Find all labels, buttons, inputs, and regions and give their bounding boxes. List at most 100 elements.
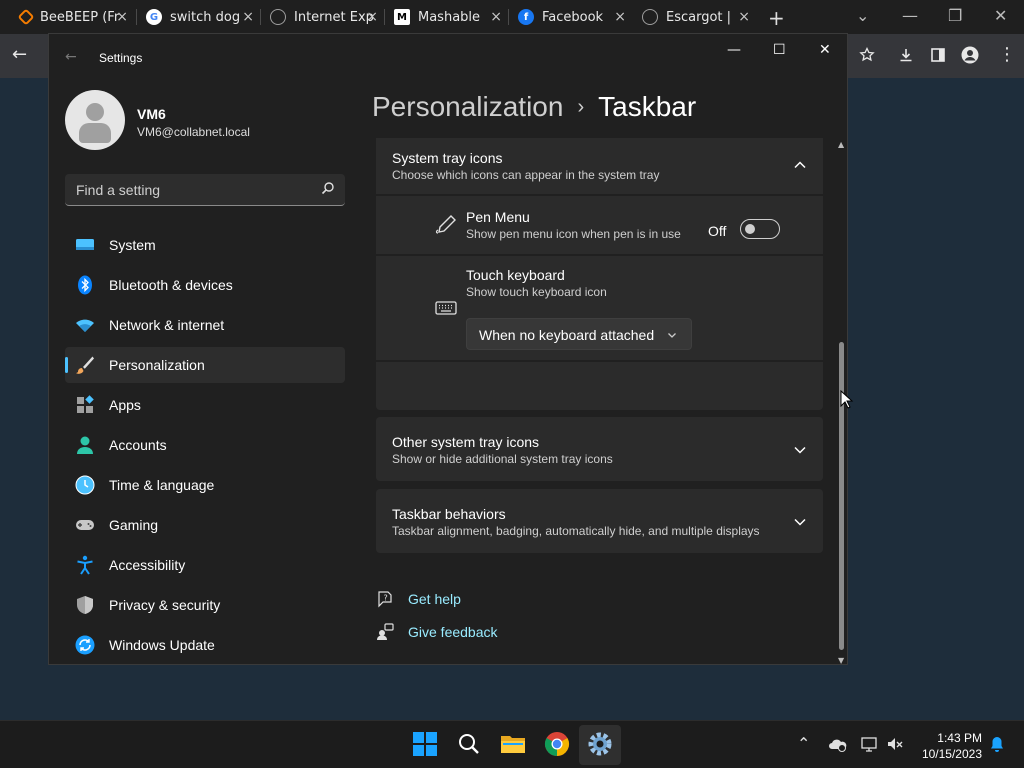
scrollbar-thumb[interactable] [839, 342, 844, 650]
star-icon[interactable] [859, 47, 875, 63]
sidebar-item-accounts[interactable]: Accounts [65, 427, 345, 463]
chevron-down-icon[interactable] [793, 445, 807, 455]
sidebar-item-gaming[interactable]: Gaming [65, 507, 345, 543]
sidebar-item-network[interactable]: Network & internet [65, 307, 345, 343]
windows-taskbar: ⌃ 1:43 PM 10/15/2023 [0, 720, 1024, 768]
browser-restore-button[interactable]: ❐ [948, 6, 962, 25]
tab-title: Mashable [418, 9, 481, 25]
settings-gear-icon[interactable] [587, 731, 613, 757]
wifi-icon [76, 319, 94, 332]
tab-close-icon[interactable]: × [242, 9, 254, 25]
close-button[interactable]: ✕ [819, 42, 831, 58]
get-help-link[interactable]: ? Get help [376, 590, 461, 608]
download-icon[interactable] [898, 47, 914, 63]
sidebar-item-label: Time & language [109, 477, 215, 493]
tab-title: switch dog [170, 9, 241, 25]
new-tab-button[interactable]: + [768, 6, 785, 30]
browser-tab-escargot[interactable]: Escargot | I × [642, 4, 754, 30]
back-arrow-icon[interactable]: ← [65, 49, 77, 65]
beebeep-icon [17, 8, 35, 26]
search-input[interactable] [65, 174, 315, 205]
facebook-icon: f [518, 9, 534, 25]
scroll-up-arrow-icon[interactable]: ▲ [838, 140, 844, 149]
sidebar-item-windows-update[interactable]: Windows Update [65, 627, 345, 663]
system-tray-icons-header[interactable]: System tray icons Choose which icons can… [376, 138, 823, 194]
tab-close-icon[interactable]: × [490, 9, 502, 25]
sidebar-item-label: Privacy & security [109, 597, 221, 613]
chevron-up-icon[interactable]: ⌃ [797, 734, 815, 753]
scroll-down-arrow-icon[interactable]: ▼ [838, 656, 844, 665]
globe-icon [642, 9, 658, 25]
menu-icon[interactable]: ⋮ [998, 44, 1016, 65]
sidebar-item-label: Accessibility [109, 557, 186, 573]
tab-title: BeeBEEP (Fr [40, 9, 120, 25]
sidebar-nav: System Bluetooth & devices Network & int… [65, 227, 345, 667]
tab-title: Escargot | I [666, 9, 736, 25]
network-icon[interactable] [860, 735, 878, 753]
sidebar-item-privacy-security[interactable]: Privacy & security [65, 587, 345, 623]
sidebar-item-apps[interactable]: Apps [65, 387, 345, 423]
search-icon[interactable] [321, 181, 335, 195]
svg-text:?: ? [384, 594, 388, 603]
sidebar-item-label: Windows Update [109, 637, 215, 653]
chevron-down-icon[interactable] [793, 517, 807, 527]
maximize-button[interactable]: ☐ [773, 42, 786, 58]
notification-bell-icon[interactable] [988, 735, 1006, 753]
apps-icon [77, 395, 94, 413]
tab-search-icon[interactable]: ⌄ [856, 6, 869, 25]
settings-window: ← Settings — ☐ ✕ VM6 VM6@collabnet.local… [48, 33, 848, 665]
onedrive-icon[interactable] [829, 735, 847, 753]
toggle-state-label: Off [708, 223, 727, 239]
chrome-icon[interactable] [544, 731, 570, 757]
avatar-head [86, 103, 104, 121]
browser-tab-internet-explorer[interactable]: Internet Exp × [270, 4, 382, 30]
breadcrumb-parent[interactable]: Personalization [372, 91, 563, 122]
bluetooth-icon [78, 275, 92, 295]
pen-menu-toggle[interactable] [740, 219, 780, 239]
side-panel-icon[interactable] [930, 47, 946, 63]
touch-keyboard-subtitle: Show touch keyboard icon [466, 285, 607, 299]
tab-close-icon[interactable]: × [366, 9, 378, 25]
give-feedback-label: Give feedback [408, 624, 498, 640]
back-arrow-icon[interactable]: ← [12, 44, 27, 65]
sidebar-item-accessibility[interactable]: Accessibility [65, 547, 345, 583]
avatar[interactable] [65, 90, 125, 150]
pen-menu-title: Pen Menu [466, 209, 530, 225]
volume-muted-icon[interactable] [886, 735, 904, 753]
chevron-up-icon[interactable] [793, 160, 807, 170]
browser-tab-mashable[interactable]: M Mashable × [394, 4, 506, 30]
sidebar-item-bluetooth[interactable]: Bluetooth & devices [65, 267, 345, 303]
shield-icon [77, 596, 93, 614]
give-feedback-link[interactable]: Give feedback [376, 623, 498, 641]
system-clock[interactable]: 1:43 PM 10/15/2023 [910, 730, 982, 762]
start-button-icon[interactable] [412, 731, 438, 757]
touch-keyboard-dropdown[interactable]: When no keyboard attached [466, 318, 692, 350]
tab-close-icon[interactable]: × [614, 9, 626, 25]
browser-tab-beebeep[interactable]: BeeBEEP (Fr × [17, 4, 132, 30]
pen-menu-subtitle: Show pen menu icon when pen is in use [466, 227, 681, 241]
browser-close-button[interactable]: ✕ [994, 6, 1007, 25]
clock-time: 1:43 PM [937, 731, 982, 745]
browser-minimize-button[interactable]: — [902, 6, 918, 25]
system-icon [76, 239, 94, 250]
other-system-tray-icons-card[interactable]: Other system tray icons Show or hide add… [376, 417, 823, 481]
browser-tab-facebook[interactable]: f Facebook × [518, 4, 630, 30]
tab-close-icon[interactable]: × [738, 9, 750, 25]
avatar-body [79, 123, 111, 143]
browser-tab-google[interactable]: G switch dog × [146, 4, 258, 30]
search-icon[interactable] [456, 731, 482, 757]
section-title: Taskbar behaviors [392, 506, 506, 522]
profile-icon[interactable] [961, 46, 979, 64]
tab-divider [260, 9, 261, 25]
file-explorer-icon[interactable] [500, 731, 526, 757]
minimize-button[interactable]: — [727, 42, 741, 58]
sidebar-item-time-language[interactable]: Time & language [65, 467, 345, 503]
tab-close-icon[interactable]: × [116, 9, 128, 25]
sidebar-item-system[interactable]: System [65, 227, 345, 263]
tab-title: Internet Exp [294, 9, 374, 25]
google-icon: G [146, 9, 162, 25]
chevron-down-icon [668, 333, 676, 338]
taskbar-behaviors-card[interactable]: Taskbar behaviors Taskbar alignment, bad… [376, 489, 823, 553]
section-subtitle: Show or hide additional system tray icon… [392, 452, 613, 466]
sidebar-item-personalization[interactable]: Personalization [65, 347, 345, 383]
